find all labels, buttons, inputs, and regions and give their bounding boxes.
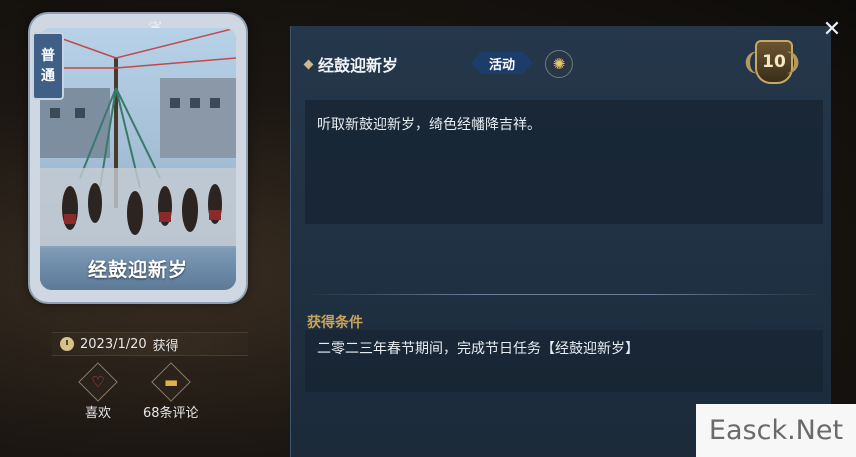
condition-text: 二零二三年春节期间，完成节日任务【经鼓迎新岁】: [317, 341, 639, 357]
close-icon[interactable]: ✕: [820, 18, 844, 42]
collection-card[interactable]: ❦ 普 通: [30, 14, 246, 302]
detail-panel: 经鼓迎新岁 活动 ✺ ❨ 10 ❩ 听取新鼓迎新岁，绮色经幡降吉祥。 获得条件 …: [290, 26, 831, 457]
clock-icon: [60, 337, 74, 351]
heart-icon: ♡: [78, 362, 118, 402]
obtained-date: 2023/1/20: [80, 336, 147, 352]
like-button[interactable]: ♡ 喜欢: [78, 362, 118, 421]
watermark: Easck.Net: [696, 404, 856, 457]
description-box: 听取新鼓迎新岁，绮色经幡降吉祥。: [305, 100, 823, 224]
condition-label: 获得条件: [307, 315, 363, 331]
description-text: 听取新鼓迎新岁，绮色经幡降吉祥。: [317, 117, 541, 133]
rarity-tag: 普 通: [32, 32, 64, 100]
detail-title-row: 经鼓迎新岁: [303, 52, 399, 76]
card-artwork: 经鼓迎新岁: [40, 28, 236, 290]
obtained-date-row: 2023/1/20 获得: [52, 332, 248, 356]
comments-button[interactable]: ▬ 68条评论: [143, 362, 199, 421]
comment-icon: ▬: [150, 362, 191, 402]
title-bullet-icon: [303, 59, 314, 69]
pinwheel-icon: ✺: [545, 50, 573, 78]
condition-box: 二零二三年春节期间，完成节日任务【经鼓迎新岁】: [305, 330, 823, 392]
detail-title: 经鼓迎新岁: [318, 56, 399, 75]
comments-label: 68条评论: [143, 406, 199, 421]
card-title: 经鼓迎新岁: [40, 246, 236, 290]
laurel-right-icon: ❩: [782, 48, 803, 76]
obtained-label: 获得: [152, 338, 179, 354]
like-label: 喜欢: [84, 406, 111, 421]
level-badge: ❨ 10 ❩: [741, 38, 803, 94]
section-divider: [305, 294, 823, 295]
rarity-char-1: 普: [41, 48, 55, 64]
activity-tag: 活动: [471, 52, 533, 74]
rarity-char-2: 通: [41, 68, 55, 84]
